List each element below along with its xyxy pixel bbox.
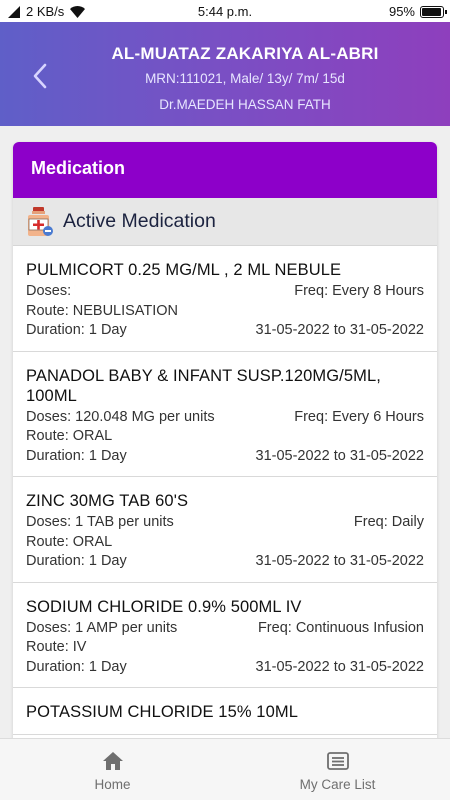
battery-percent: 95% [388, 4, 415, 19]
medication-dates: 31-05-2022 to 31-05-2022 [255, 658, 425, 675]
medication-route: Route: NEBULISATION [26, 302, 179, 319]
medication-duration: Duration: 1 Day [26, 447, 127, 464]
medication-list: PULMICORT 0.25 MG/ML , 2 ML NEBULE Doses… [13, 246, 437, 735]
medication-item[interactable]: PULMICORT 0.25 MG/ML , 2 ML NEBULE Doses… [13, 246, 437, 352]
nav-home-label: Home [94, 777, 131, 792]
chevron-left-icon [33, 63, 47, 89]
medication-dates: 31-05-2022 to 31-05-2022 [255, 447, 425, 464]
patient-info: MRN:111021, Male/ 13y/ 7m/ 15d [145, 71, 345, 86]
section-title: Active Medication [63, 210, 216, 232]
medication-freq: Freq: Every 6 Hours [294, 408, 424, 425]
battery-icon [420, 5, 447, 18]
medication-duration: Duration: 1 Day [26, 553, 127, 569]
medication-freq: Freq: Every 8 Hours [294, 283, 424, 299]
medication-dates: 31-05-2022 to 31-05-2022 [255, 322, 425, 338]
list-icon [326, 752, 349, 770]
medication-freq: Freq: Continuous Infusion [257, 619, 424, 636]
medication-name: SODIUM CHLORIDE 0.9% 500ML IV [26, 597, 302, 616]
medication-item[interactable]: PANADOL BABY & INFANT SUSP.120MG/5ML, 10… [13, 352, 437, 477]
doctor-name: Dr.MAEDEH HASSAN FATH [159, 97, 331, 112]
medication-freq: Freq: Daily [353, 514, 424, 530]
medication-name: ZINC 30MG TAB 60'S [26, 492, 189, 510]
medicine-bottle-icon [28, 206, 53, 236]
medication-card: Medication Active Medication PULMICORT 0… [13, 142, 437, 742]
medication-name: PANADOL BABY & INFANT SUSP.120MG/5ML, 10… [26, 366, 381, 405]
medication-dates: 31-05-2022 to 31-05-2022 [255, 553, 425, 569]
medication-item[interactable]: POTASSIUM CHLORIDE 15% 10ML [13, 688, 437, 735]
patient-header: AL-MUATAZ ZAKARIYA AL-ABRI MRN:111021, M… [0, 22, 450, 126]
medication-name: PULMICORT 0.25 MG/ML , 2 ML NEBULE [26, 261, 342, 279]
nav-care-list-label: My Care List [299, 777, 376, 792]
patient-name: AL-MUATAZ ZAKARIYA AL-ABRI [111, 44, 379, 63]
medication-route: Route: IV [26, 639, 87, 655]
medication-item[interactable]: ZINC 30MG TAB 60'S Doses: 1 TAB per unit… [13, 477, 437, 583]
medication-route: Route: ORAL [26, 533, 113, 550]
status-bar: 2 KB/s 5:44 p.m. 95% [0, 0, 450, 22]
status-right: 95% [388, 4, 447, 19]
medication-name: POTASSIUM CHLORIDE 15% 10ML [26, 703, 298, 721]
medication-doses: Doses: 1 TAB per units [26, 514, 174, 530]
medication-item[interactable]: SODIUM CHLORIDE 0.9% 500ML IV Doses: 1 A… [13, 583, 437, 688]
medication-doses: Doses: 120.048 MG per units [26, 408, 215, 425]
medication-route: Route: ORAL [26, 428, 113, 444]
bottom-nav: Home My Care List [0, 738, 450, 800]
nav-my-care-list[interactable]: My Care List [225, 739, 450, 800]
back-button[interactable] [26, 60, 54, 92]
medication-doses: Doses: [26, 283, 72, 299]
home-icon [102, 752, 123, 770]
medication-doses: Doses: 1 AMP per units [26, 619, 178, 636]
medication-duration: Duration: 1 Day [26, 658, 127, 675]
active-medication-section: Active Medication [13, 198, 437, 246]
medication-duration: Duration: 1 Day [26, 322, 127, 338]
card-title: Medication [13, 142, 437, 198]
status-time: 5:44 p.m. [197, 4, 253, 19]
nav-home[interactable]: Home [0, 739, 225, 800]
